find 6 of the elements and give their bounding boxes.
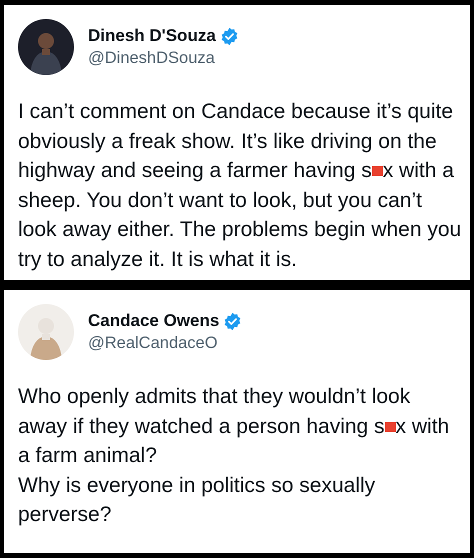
author-handle[interactable]: @RealCandaceO	[88, 334, 242, 353]
author-name[interactable]: Dinesh D'Souza	[88, 26, 216, 46]
author-handle[interactable]: @DineshDSouza	[88, 49, 239, 68]
tweet-text: I can’t comment on Candace because it’s quite obviously a freak show. It’s like driving on the highway and seeing a farmer having s x with a sheep. You don’t want to look, but you can’t look away either. The problems begin when you try to analyze it. It is what it is.	[18, 99, 462, 272]
author-name[interactable]: Candace Owens	[88, 311, 220, 331]
tweet-text: Why is everyone in politics so sexually perverse?	[18, 472, 376, 528]
